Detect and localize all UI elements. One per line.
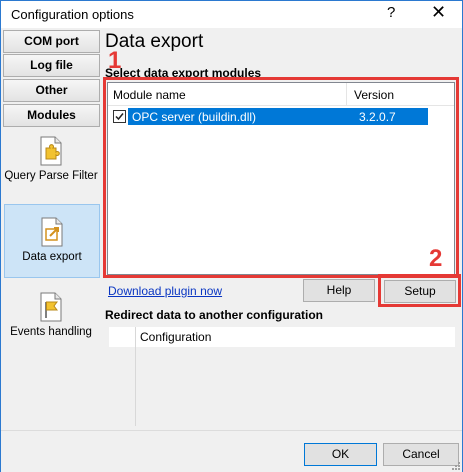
sidebar-button-modules[interactable]: Modules	[3, 104, 100, 127]
annotation-marker-1: 1	[108, 47, 122, 74]
annotation-box-2	[378, 274, 461, 307]
module-label: Events handling	[10, 326, 92, 338]
module-query-parse-filter[interactable]: Query Parse Filter	[4, 136, 98, 200]
puzzle-page-icon	[40, 136, 62, 166]
help-icon[interactable]: ?	[387, 4, 395, 21]
configuration-window: Configuration options ? ✕ COM port Log f…	[0, 0, 463, 472]
download-plugin-link[interactable]: Download plugin now	[108, 284, 222, 298]
help-button[interactable]: Help	[303, 279, 375, 302]
ok-button[interactable]: OK	[304, 443, 377, 466]
main-content: Data export Select data export modules M…	[103, 28, 462, 430]
annotation-marker-2: 2	[429, 245, 443, 272]
resize-grip-icon[interactable]	[450, 460, 460, 470]
column-configuration[interactable]: Configuration	[140, 330, 211, 344]
sidebar: COM port Log file Other Modules Query Pa…	[1, 28, 103, 430]
module-events-handling[interactable]: Events handling	[4, 292, 98, 352]
sidebar-button-com-port[interactable]: COM port	[3, 30, 100, 53]
close-icon[interactable]: ✕	[431, 2, 446, 22]
sidebar-button-other[interactable]: Other	[3, 79, 100, 102]
cancel-button[interactable]: Cancel	[383, 443, 459, 466]
redirect-section-label: Redirect data to another configuration	[105, 308, 324, 322]
module-data-export[interactable]: Data export	[4, 204, 100, 278]
export-page-icon	[41, 217, 63, 247]
grid-separator	[135, 327, 136, 426]
window-title: Configuration options	[11, 7, 134, 22]
title-bar: Configuration options ? ✕	[1, 1, 462, 28]
redirect-grid[interactable]: Configuration	[109, 327, 455, 426]
module-label: Data export	[22, 251, 82, 263]
sidebar-button-log-file[interactable]: Log file	[3, 54, 100, 77]
footer: OK Cancel	[1, 430, 462, 472]
module-label: Query Parse Filter	[4, 170, 98, 182]
grid-header: Configuration	[109, 327, 455, 347]
flag-page-icon	[40, 292, 62, 322]
annotation-box-1	[103, 77, 459, 278]
